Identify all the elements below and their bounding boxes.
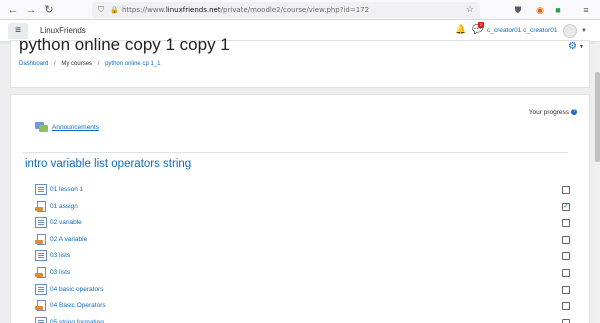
activity-link[interactable]: 05 string formating [50,315,104,323]
activity-item[interactable]: 04 basic operators [35,282,575,299]
bell-icon[interactable]: 🔔 [455,24,466,35]
progress-label: Your progress? [528,109,577,116]
star-icon[interactable]: ☆ [466,2,474,18]
scrollbar[interactable] [595,42,600,323]
section-divider [23,152,568,153]
chevron-down-icon[interactable]: ▼ [581,20,587,42]
activity-item[interactable]: 03 lists [35,248,575,265]
activity-link[interactable]: 04 basic operators [50,282,103,298]
assignment-icon [35,300,47,312]
completion-checkbox[interactable] [562,219,570,228]
completion-checkbox[interactable] [562,285,570,294]
completion-checkbox[interactable] [562,235,570,244]
activity-link[interactable]: 02 variable [50,215,82,231]
reload-button[interactable]: ↻ [42,3,56,17]
forum-icon [35,122,48,133]
scrollbar-thumb[interactable] [595,72,600,162]
completion-checkbox[interactable] [562,186,570,194]
activity-item[interactable]: 02 A variable [35,232,575,249]
page-icon [35,217,47,229]
page-title: python online copy 1 copy 1 [19,35,230,54]
activity-link[interactable]: 04 Basic Operators [50,298,106,314]
assignment-icon [35,233,47,245]
page-icon [35,316,47,323]
chevron-down-icon[interactable]: ▼ [579,44,584,50]
page-header: python online copy 1 copy 1 Dashboard / … [10,35,590,88]
page-icon [35,250,47,262]
activity-item[interactable]: 02 variable [35,215,575,232]
section-title[interactable]: intro variable list operators string [25,158,191,170]
activity-list: 01 lesson 1 01 assign ✓ 02 variable 02 A var… [35,182,575,323]
completion-checkbox[interactable] [562,318,570,323]
completion-checkbox[interactable] [562,252,570,261]
avatar[interactable] [563,24,577,38]
announcements-link[interactable]: Announcements [35,122,99,133]
page-icon [35,283,47,295]
firefox-icon[interactable]: ◉ [534,4,546,16]
completion-checkbox[interactable]: ✓ [562,202,570,211]
page-icon [35,184,47,195]
shield-icon[interactable]: ⛉ [98,2,104,18]
pocket-icon[interactable]: ⛊ [512,4,524,16]
completion-checkbox[interactable] [562,302,570,311]
extension-icon[interactable]: ■ [552,4,564,16]
help-icon[interactable]: ? [571,109,577,116]
url-text[interactable]: https://www.linuxfriends.net/private/moo… [122,2,369,18]
announcements-label[interactable]: Announcements [52,124,99,131]
activity-item[interactable]: 03 lists [35,265,575,282]
address-bar[interactable]: ⛉ 🔒 https://www.linuxfriends.net/private… [92,2,480,18]
activity-link[interactable]: 02 A variable [50,232,87,248]
activity-link[interactable]: 03 lists [50,265,70,281]
activity-link[interactable]: 01 assign [50,199,78,215]
browser-toolbar: ← → ↻ ⛉ 🔒 https://www.linuxfriends.net/p… [0,0,600,20]
forward-button[interactable]: → [24,3,38,17]
message-badge: 1 [478,22,484,28]
breadcrumb-separator: / [54,61,56,67]
course-content: Your progress? Announcements intro varia… [10,94,590,323]
menu-icon[interactable]: ≡ [580,4,592,16]
user-menu-name[interactable]: c_creator01 c_creator01 [487,20,557,42]
back-button[interactable]: ← [6,3,20,17]
activity-item[interactable]: 04 Basic Operators [35,298,575,315]
assignment-icon [35,266,47,278]
assignment-icon [35,200,47,212]
breadcrumb: Dashboard / My courses / python online c… [19,61,160,67]
breadcrumb-dashboard[interactable]: Dashboard [19,61,48,67]
breadcrumb-separator: / [97,61,100,67]
activity-item[interactable]: 01 lesson 1 [35,182,575,199]
activity-link[interactable]: 03 lists [50,248,70,264]
activity-link[interactable]: 01 lesson 1 [50,182,83,198]
lock-icon[interactable]: 🔒 [110,2,119,18]
completion-checkbox[interactable] [562,268,570,277]
activity-item[interactable]: 01 assign ✓ [35,199,575,216]
breadcrumb-my-courses[interactable]: My courses [61,61,92,67]
breadcrumb-course[interactable]: python online cp 1_1 [105,61,160,67]
activity-item[interactable]: 05 string formating [35,315,575,323]
gear-icon[interactable]: ⚙ [568,41,577,52]
